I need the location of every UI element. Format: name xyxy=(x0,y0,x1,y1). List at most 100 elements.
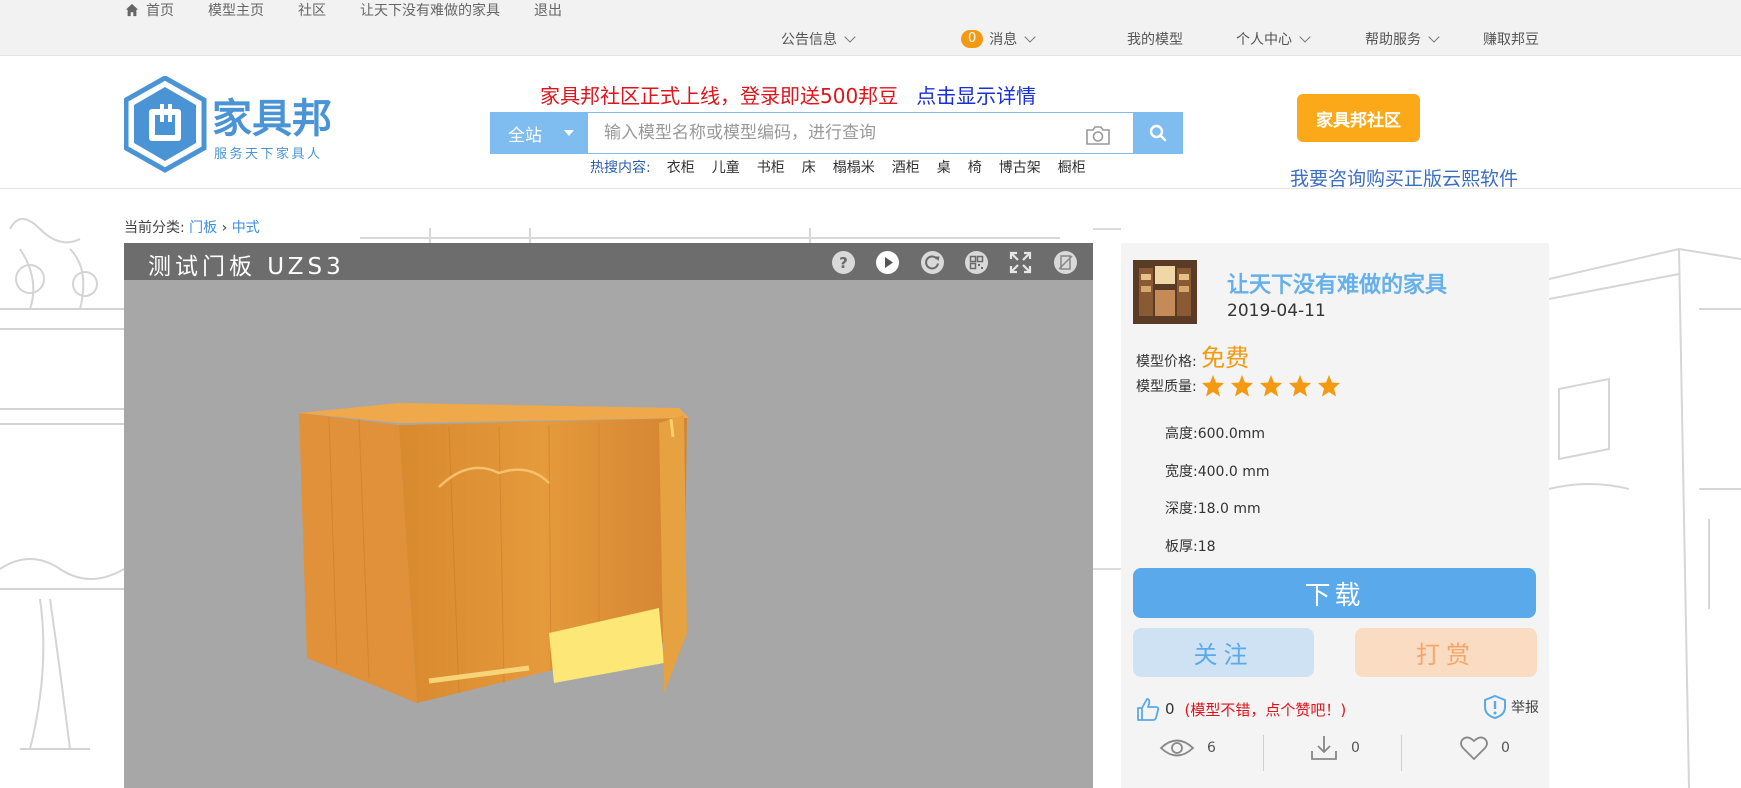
hot-keyword[interactable]: 书柜 xyxy=(757,157,785,177)
personal-center-label: 个人中心 xyxy=(1236,32,1292,48)
search-scope-select[interactable]: 全站 xyxy=(490,112,588,154)
star-icon xyxy=(1260,375,1283,397)
earn-beans-link[interactable]: 赚取邦豆 xyxy=(1483,28,1539,50)
qr-code-icon[interactable] xyxy=(964,250,989,275)
spec-value: 600.0mm xyxy=(1197,426,1266,442)
favorites-count: 0 xyxy=(1501,740,1510,756)
thumbs-up-icon[interactable] xyxy=(1135,696,1161,722)
model-viewer[interactable]: 测试门板 UZS3 ? xyxy=(124,243,1093,788)
eye-icon xyxy=(1159,739,1195,757)
downloads-stat: 0 xyxy=(1309,733,1360,763)
hot-keyword[interactable]: 桌 xyxy=(937,157,951,177)
model-home-link[interactable]: 模型主页 xyxy=(208,0,264,20)
spec-width: 宽度:400.0 mm xyxy=(1165,461,1270,481)
cabinet-3d-model xyxy=(299,403,689,703)
report-button[interactable]: 举报 xyxy=(1482,694,1539,720)
play-icon[interactable] xyxy=(875,250,900,275)
notice-menu[interactable]: 公告信息 xyxy=(781,28,856,50)
star-icon xyxy=(1231,375,1254,397)
notice-label: 公告信息 xyxy=(781,32,837,48)
logout-link[interactable]: 退出 xyxy=(534,0,562,20)
search-icon xyxy=(1149,124,1167,142)
hot-keyword[interactable]: 橱柜 xyxy=(1058,157,1086,177)
svg-text:服务天下家具人: 服务天下家具人 xyxy=(214,146,323,162)
price-label: 模型价格: xyxy=(1136,354,1197,370)
breadcrumb-item-chinese-style[interactable]: 中式 xyxy=(232,220,260,236)
hot-keyword[interactable]: 椅 xyxy=(968,157,982,177)
fullscreen-icon[interactable] xyxy=(1008,250,1033,275)
shield-alert-icon xyxy=(1484,694,1506,720)
hot-keyword[interactable]: 博古架 xyxy=(999,157,1041,177)
top-bar: 首页 模型主页 社区 让天下没有难做的家具 退出 公告信息 0 消息 我的模型 … xyxy=(0,0,1741,56)
hot-keyword[interactable]: 床 xyxy=(802,157,816,177)
price-value: 免费 xyxy=(1201,344,1250,372)
svg-text:家具邦: 家具邦 xyxy=(212,96,332,142)
hot-search: 热搜内容: 衣柜 儿童 书柜 床 榻榻米 酒柜 桌 椅 博古架 橱柜 xyxy=(590,157,1103,177)
background-sketch-gap xyxy=(1093,228,1121,570)
quality-label: 模型质量: xyxy=(1136,379,1197,395)
my-models-link[interactable]: 我的模型 xyxy=(1127,28,1183,50)
stats-divider xyxy=(1263,735,1264,771)
help-menu[interactable]: 帮助服务 xyxy=(1365,28,1440,50)
breadcrumb-item-door-panel[interactable]: 门板 xyxy=(189,220,217,236)
promo-text: 家具邦社区正式上线，登录即送500邦豆 xyxy=(540,84,899,108)
site-logo[interactable]: 家具邦 服务天下家具人 xyxy=(124,76,354,176)
download-icon xyxy=(1311,736,1337,760)
promo-detail-link[interactable]: 点击显示详情 xyxy=(916,84,1036,108)
like-prompt: (模型不错，点个赞吧！) xyxy=(1184,700,1347,719)
user-name-link[interactable]: 让天下没有难做的家具 xyxy=(360,0,500,20)
consult-purchase-link[interactable]: 我要咨询购买正版云熙软件 xyxy=(1290,164,1518,191)
search-scope-label: 全站 xyxy=(508,125,542,146)
stats-divider xyxy=(1401,735,1402,771)
search-input[interactable] xyxy=(588,113,1066,153)
personal-center-menu[interactable]: 个人中心 xyxy=(1236,28,1311,50)
message-menu[interactable]: 0 消息 xyxy=(961,28,1036,50)
star-icon xyxy=(1202,375,1225,397)
hot-keyword[interactable]: 酒柜 xyxy=(892,157,920,177)
chevron-down-icon xyxy=(1024,30,1036,43)
follow-button[interactable]: 关注 xyxy=(1133,628,1314,677)
model-info-panel: 让天下没有难做的家具 2019-04-11 模型价格: 免费 模型质量: 高度:… xyxy=(1121,243,1549,788)
quality-stars xyxy=(1201,375,1346,397)
tip-button[interactable]: 打赏 xyxy=(1355,628,1537,677)
price-row: 模型价格: 免费 xyxy=(1136,338,1249,373)
spec-value: 18.0 mm xyxy=(1197,501,1261,517)
author-avatar[interactable] xyxy=(1133,260,1197,324)
like-count: 0 xyxy=(1165,700,1175,718)
help-icon[interactable]: ? xyxy=(831,250,856,275)
star-icon xyxy=(1318,375,1341,397)
spec-label: 高度: xyxy=(1165,426,1198,442)
report-label: 举报 xyxy=(1511,700,1539,716)
star-icon xyxy=(1289,375,1312,397)
downloads-count: 0 xyxy=(1351,740,1360,756)
views-count: 6 xyxy=(1207,740,1216,756)
reset-view-icon[interactable] xyxy=(920,250,945,275)
home-link-label: 首页 xyxy=(146,3,174,19)
hot-keyword[interactable]: 儿童 xyxy=(712,157,740,177)
spec-depth: 深度:18.0 mm xyxy=(1165,498,1261,518)
message-label: 消息 xyxy=(989,32,1018,48)
hot-keyword[interactable]: 衣柜 xyxy=(667,157,695,177)
community-button[interactable]: 家具邦社区 xyxy=(1297,94,1420,142)
camera-icon[interactable] xyxy=(1085,124,1111,146)
download-button[interactable]: 下载 xyxy=(1133,568,1536,618)
background-sketch-top xyxy=(360,228,1060,243)
help-label: 帮助服务 xyxy=(1365,32,1421,48)
header: 家具邦 服务天下家具人 家具邦社区正式上线，登录即送500邦豆 点击显示详情 全站… xyxy=(0,56,1741,191)
views-stat: 6 xyxy=(1159,733,1216,763)
favorites-stat[interactable]: 0 xyxy=(1459,733,1510,763)
home-link[interactable]: 首页 xyxy=(125,0,174,20)
toggle-view-icon[interactable] xyxy=(1053,250,1078,275)
search-button[interactable] xyxy=(1133,112,1183,154)
hot-keyword[interactable]: 榻榻米 xyxy=(833,157,875,177)
top-links: 首页 模型主页 社区 让天下没有难做的家具 退出 xyxy=(125,0,596,20)
quality-row: 模型质量: xyxy=(1136,374,1346,398)
spec-thickness: 板厚:18 xyxy=(1165,536,1216,556)
stats-bar: 6 0 0 xyxy=(1121,733,1549,773)
author-name[interactable]: 让天下没有难做的家具 xyxy=(1227,267,1447,299)
community-link[interactable]: 社区 xyxy=(298,0,326,20)
hot-search-label: 热搜内容: xyxy=(590,160,651,176)
spec-label: 宽度: xyxy=(1165,464,1198,480)
search-field xyxy=(588,112,1133,154)
spec-label: 深度: xyxy=(1165,501,1198,517)
